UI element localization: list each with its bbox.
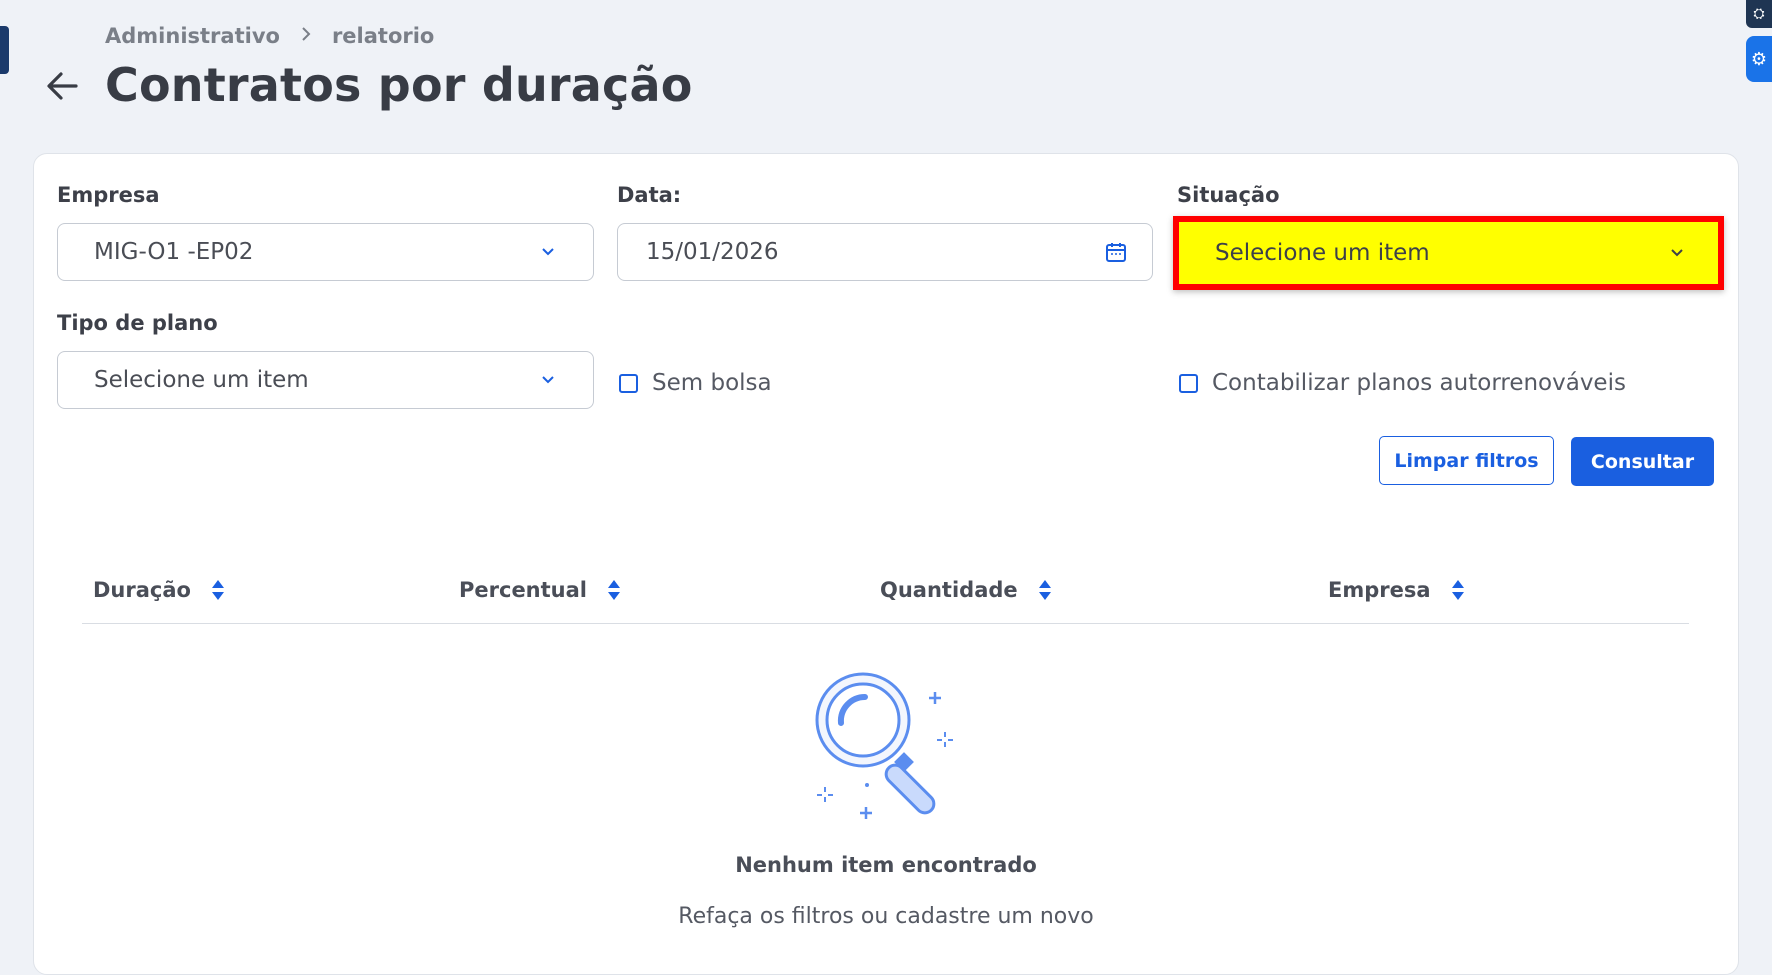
- calendar-icon[interactable]: [1104, 240, 1128, 264]
- sem-bolsa-checkbox[interactable]: [619, 373, 638, 393]
- page-title: Contratos por duração: [105, 58, 693, 112]
- autorrenovaveis-checkbox[interactable]: [1179, 373, 1198, 393]
- sem-bolsa-option[interactable]: Sem bolsa: [619, 370, 772, 396]
- column-header-label: Percentual: [459, 578, 587, 602]
- chevron-right-icon: [300, 26, 312, 47]
- assistant-extension-icon[interactable]: ⚙: [1746, 36, 1772, 82]
- breadcrumb-current: relatorio: [331, 24, 435, 48]
- empresa-select-value: MIG-O1 -EP02: [94, 239, 254, 265]
- column-header-percentual[interactable]: Percentual: [459, 578, 621, 602]
- chevron-down-icon: [1671, 249, 1683, 257]
- situacao-select[interactable]: Selecione um item: [1173, 216, 1724, 290]
- consultar-button[interactable]: Consultar: [1571, 437, 1714, 486]
- translate-extension-icon[interactable]: ⛭: [1746, 0, 1772, 28]
- empty-state-title: Nenhum item encontrado: [735, 853, 1037, 877]
- column-header-label: Duração: [93, 578, 191, 602]
- chevron-down-icon: [542, 248, 554, 256]
- table-header-divider: [82, 623, 1689, 624]
- clear-filters-button[interactable]: Limpar filtros: [1379, 436, 1554, 485]
- empresa-select[interactable]: MIG-O1 -EP02: [57, 223, 594, 281]
- empty-state-subtitle: Refaça os filtros ou cadastre um novo: [678, 904, 1094, 929]
- sort-icon[interactable]: [1451, 579, 1465, 601]
- breadcrumb: Administrativo relatorio: [105, 24, 434, 48]
- column-header-empresa[interactable]: Empresa: [1328, 578, 1465, 602]
- column-header-label: Quantidade: [880, 578, 1018, 602]
- column-header-duracao[interactable]: Duração: [93, 578, 225, 602]
- autorrenovaveis-label: Contabilizar planos autorrenováveis: [1212, 370, 1626, 396]
- sort-icon[interactable]: [211, 579, 225, 601]
- column-header-label: Empresa: [1328, 578, 1431, 602]
- sort-icon[interactable]: [607, 579, 621, 601]
- date-input[interactable]: 15/01/2026: [617, 223, 1153, 281]
- data-label: Data:: [617, 183, 682, 207]
- back-arrow-icon[interactable]: [44, 68, 80, 104]
- sem-bolsa-label: Sem bolsa: [652, 370, 772, 396]
- column-header-quantidade[interactable]: Quantidade: [880, 578, 1052, 602]
- tipo-plano-select-value: Selecione um item: [94, 367, 309, 393]
- date-input-value: 15/01/2026: [646, 239, 779, 265]
- breadcrumb-parent[interactable]: Administrativo: [105, 24, 280, 48]
- situacao-label: Situação: [1177, 183, 1280, 207]
- sort-icon[interactable]: [1038, 579, 1052, 601]
- empresa-label: Empresa: [57, 183, 160, 207]
- chevron-down-icon: [542, 376, 554, 384]
- autorrenovaveis-option[interactable]: Contabilizar planos autorrenováveis: [1179, 370, 1626, 396]
- side-panel-tab[interactable]: [0, 26, 9, 74]
- tipo-plano-select[interactable]: Selecione um item: [57, 351, 594, 409]
- situacao-select-value: Selecione um item: [1215, 240, 1430, 266]
- tipo-plano-label: Tipo de plano: [57, 311, 218, 335]
- magnifier-illustration-icon: [815, 672, 953, 819]
